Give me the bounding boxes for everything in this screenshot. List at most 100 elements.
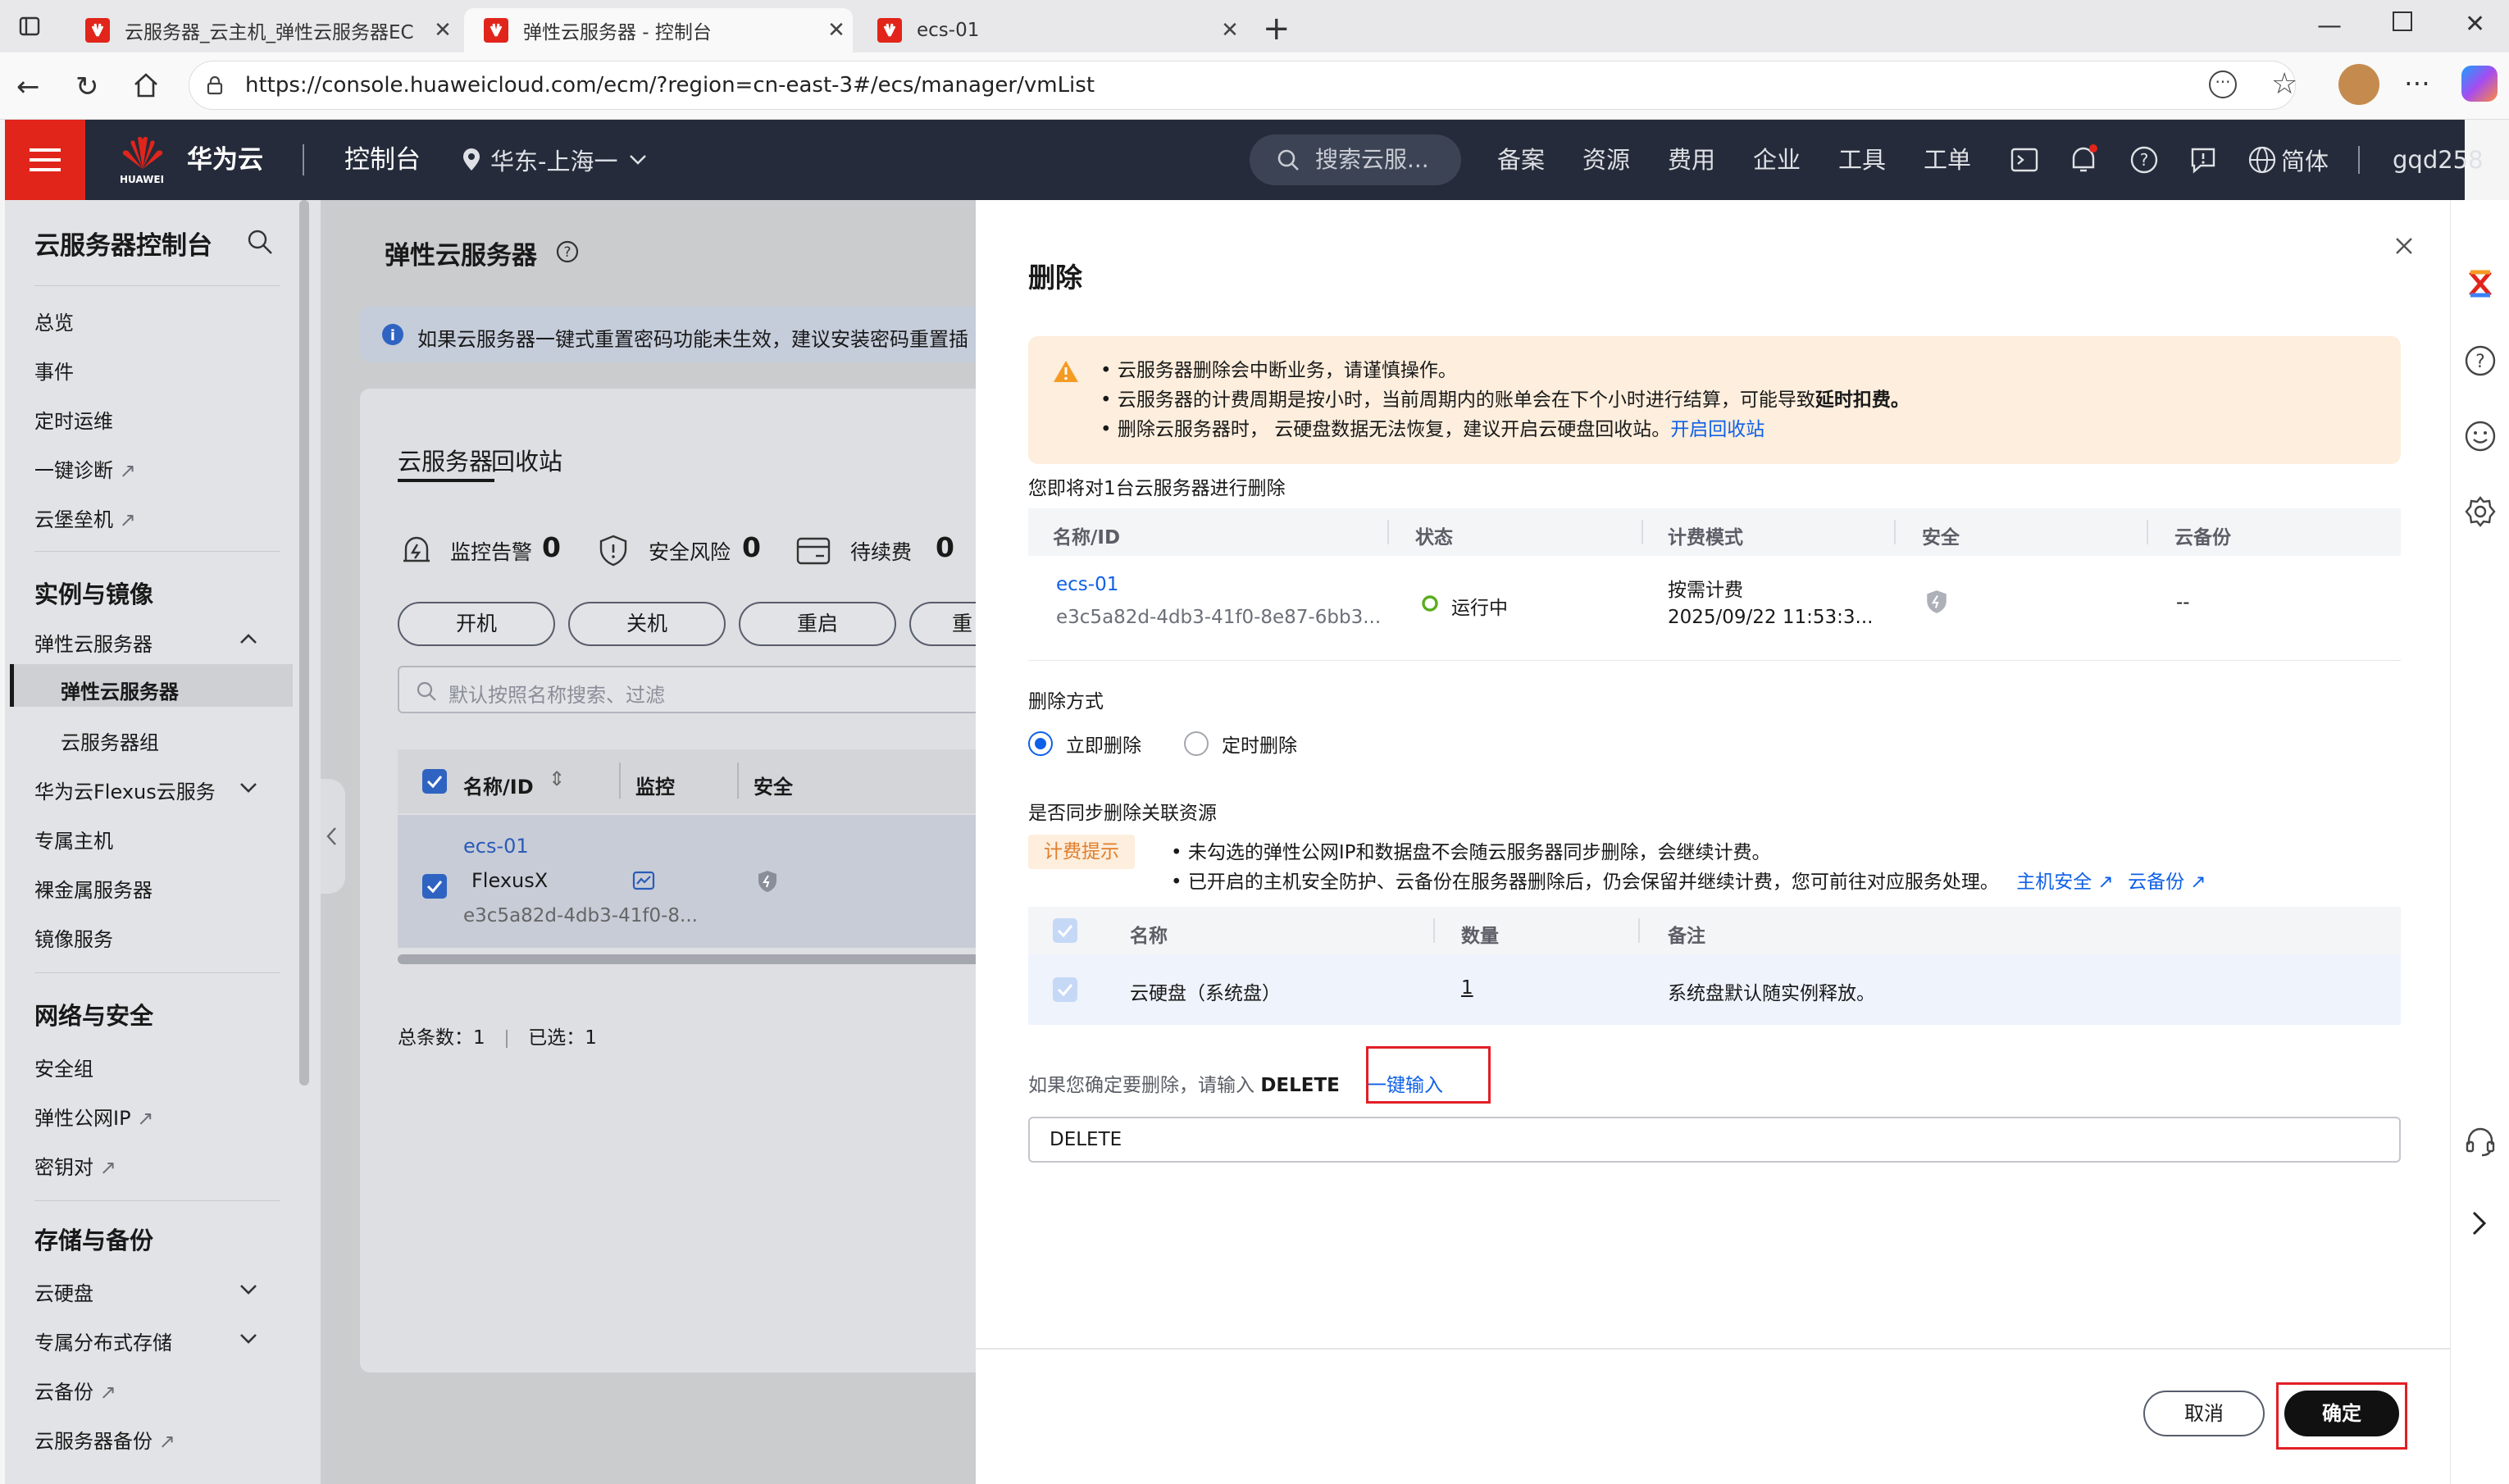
console-link[interactable]: 控制台 (344, 120, 421, 200)
stop-button[interactable]: 关机 (568, 602, 726, 646)
nav-tools[interactable]: 工具 (1838, 120, 1886, 200)
nav-beian[interactable]: 备案 (1497, 120, 1545, 200)
sidebar-item-ecs-list[interactable]: 弹性云服务器 (61, 676, 179, 704)
stat-risk-value[interactable]: 0 (742, 531, 761, 563)
reload-icon[interactable]: ↻ (75, 71, 99, 103)
chevron-up-icon[interactable] (239, 633, 257, 644)
cloud-shell-icon[interactable] (2010, 148, 2038, 172)
minimize-icon[interactable]: — (2317, 11, 2342, 40)
start-button[interactable]: 开机 (398, 602, 555, 646)
nav-enterprise[interactable]: 企业 (1753, 120, 1801, 200)
tab-close-icon[interactable]: ✕ (426, 18, 459, 43)
sidebar-item-scheduled-ops[interactable]: 定时运维 (34, 405, 113, 434)
chevron-right-icon[interactable] (2470, 1210, 2489, 1236)
region-selector[interactable]: 华东-上海一 (461, 120, 647, 200)
home-icon[interactable] (131, 71, 161, 100)
one-click-input-link[interactable]: 一键输入 (1368, 1069, 1443, 1097)
resource-quantity[interactable]: 1 (1461, 977, 1473, 999)
radio-scheduled-delete[interactable]: 定时删除 (1184, 730, 1297, 758)
sidebar-item-evs[interactable]: 云硬盘 (34, 1277, 93, 1306)
stat-renew-value[interactable]: 0 (936, 531, 954, 563)
customer-service-headset-icon[interactable] (2464, 1125, 2497, 1158)
notification-bell-icon[interactable] (2070, 144, 2097, 175)
restart-button[interactable]: 重启 (739, 602, 896, 646)
delete-confirm-input[interactable]: DELETE (1028, 1117, 2401, 1163)
tab-recycle-bin[interactable]: 回收站 (491, 443, 562, 477)
sidebar-item-keypair[interactable]: 密钥对 ↗ (34, 1151, 116, 1180)
sidebar-item-server-groups[interactable]: 云服务器组 (61, 726, 159, 755)
sidebar-item-flexus[interactable]: 华为云Flexus云服务 (34, 776, 216, 804)
help-icon[interactable]: ? (2464, 344, 2497, 377)
tab-servers[interactable]: 云服务器 (398, 443, 493, 477)
tab-close-icon[interactable]: ✕ (820, 18, 853, 43)
chevron-down-icon[interactable] (239, 1284, 257, 1295)
sidebar-item-server-backup[interactable]: 云服务器备份 ↗ (34, 1425, 175, 1454)
site-info-icon[interactable] (204, 75, 225, 96)
tab-actions-icon[interactable] (18, 15, 41, 38)
browser-menu-icon[interactable]: ⋯ (2404, 67, 2430, 98)
huawei-logo-icon[interactable] (120, 136, 166, 172)
radio-delete-now[interactable]: 立即删除 (1028, 730, 1141, 758)
chevron-down-icon[interactable] (239, 782, 257, 794)
sidebar-item-bastion[interactable]: 云堡垒机 ↗ (34, 503, 136, 532)
close-window-icon[interactable]: ✕ (2465, 10, 2485, 39)
server-table-header: 名称/ID 状态 计费模式 安全 云备份 (1028, 508, 2401, 556)
language-switcher[interactable]: 简体 (2248, 120, 2329, 200)
sidebar-item-eip[interactable]: 弹性公网IP ↗ (34, 1102, 153, 1131)
sidebar-item-dss[interactable]: 专属分布式存储 (34, 1327, 172, 1355)
url-input[interactable]: https://console.huaweicloud.com/ecm/?reg… (189, 61, 2296, 110)
nav-tickets[interactable]: 工单 (1924, 120, 1971, 200)
row-checkbox[interactable] (422, 874, 447, 899)
chevron-down-icon[interactable] (239, 1333, 257, 1345)
browser-tab-2[interactable]: 弹性云服务器 - 控制台 ✕ (464, 8, 853, 52)
collapse-sidebar-toggle[interactable] (321, 779, 345, 894)
sidebar-item-bare-metal[interactable]: 裸金属服务器 (34, 874, 153, 903)
nav-billing[interactable]: 费用 (1668, 120, 1715, 200)
close-icon[interactable] (2394, 236, 2414, 256)
sidebar-scrollbar[interactable] (299, 200, 309, 1086)
global-search-input[interactable]: 搜索云服... (1250, 134, 1461, 185)
help-icon[interactable]: ? (2130, 146, 2158, 174)
sidebar-search-icon[interactable] (246, 228, 274, 256)
cloud-backup-link[interactable]: 云备份 ↗ (2128, 872, 2206, 893)
stat-alarm-value[interactable]: 0 (542, 531, 561, 563)
new-tab-icon[interactable]: + (1263, 10, 1291, 48)
profile-avatar[interactable] (2338, 64, 2379, 105)
col-name-id[interactable]: 名称/ID (463, 771, 534, 799)
sidebar-item-ecs[interactable]: 弹性云服务器 (34, 628, 153, 657)
sort-icon[interactable]: ⇕ (549, 767, 565, 790)
service-menu-button[interactable] (5, 120, 85, 200)
ai-assistant-icon[interactable] (2464, 267, 2497, 300)
sidebar-item-diagnosis[interactable]: 一键诊断 ↗ (34, 454, 136, 483)
external-link-icon: ↗ (99, 1381, 116, 1404)
tab-close-icon[interactable]: ✕ (1214, 18, 1246, 43)
settings-gear-icon[interactable] (2464, 495, 2497, 528)
copilot-icon[interactable] (2461, 66, 2498, 102)
server-name-link[interactable]: ecs-01 (1056, 574, 1118, 595)
sidebar-item-overview[interactable]: 总览 (34, 307, 74, 335)
sidebar-item-security-group[interactable]: 安全组 (34, 1053, 93, 1081)
select-all-checkbox[interactable] (422, 769, 447, 794)
sidebar-item-dedicated-host[interactable]: 专属主机 (34, 825, 113, 854)
row-server-name-link[interactable]: ecs-01 (463, 835, 529, 858)
cancel-button[interactable]: 取消 (2143, 1391, 2265, 1436)
feedback-icon[interactable] (2189, 146, 2217, 174)
nav-resources[interactable]: 资源 (1582, 120, 1630, 200)
browser-tab-1[interactable]: 云服务器_云主机_弹性云服务器EC ✕ (66, 8, 459, 52)
sidebar-item-image[interactable]: 镜像服务 (34, 923, 113, 952)
monitor-chart-icon[interactable] (632, 871, 655, 892)
brand-name[interactable]: 华为云 (187, 120, 263, 200)
sidebar-item-events[interactable]: 事件 (34, 356, 74, 385)
more-options-dots-icon[interactable]: ··· (2209, 71, 2237, 98)
back-icon[interactable]: ← (16, 71, 40, 103)
maximize-icon[interactable] (2393, 11, 2412, 31)
favorite-star-icon[interactable]: ☆ (2271, 67, 2297, 101)
confirm-button[interactable]: 确定 (2284, 1391, 2399, 1436)
user-account-menu[interactable]: gqd258 (2393, 120, 2484, 200)
host-security-link[interactable]: 主机安全 ↗ (2016, 872, 2114, 893)
browser-tab-3[interactable]: ecs-01 ✕ (858, 8, 1246, 52)
smiley-feedback-icon[interactable] (2464, 420, 2497, 453)
enable-recycle-bin-link[interactable]: 开启回收站 (1670, 419, 1764, 440)
help-icon[interactable]: ? (555, 239, 580, 264)
sidebar-item-cbr[interactable]: 云备份 ↗ (34, 1376, 116, 1404)
